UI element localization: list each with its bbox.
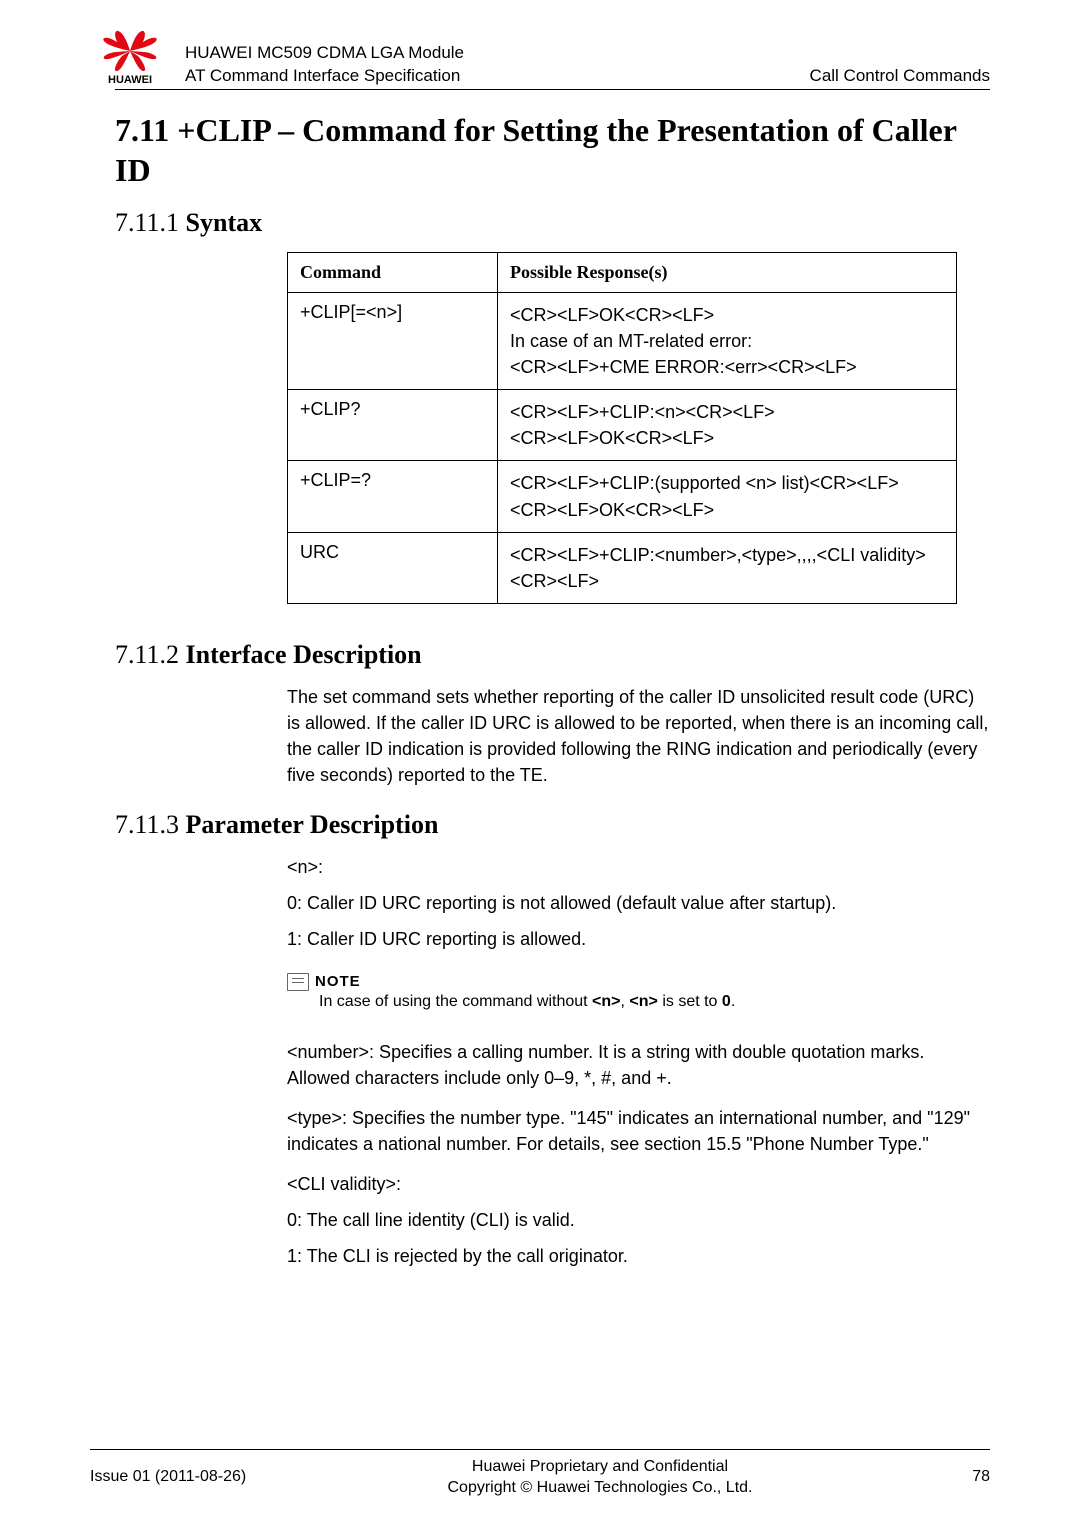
param-n-0: 0: Caller ID URC reporting is not allowe… xyxy=(287,890,990,916)
cell-command: +CLIP? xyxy=(288,390,498,461)
footer-center: Huawei Proprietary and Confidential Copy… xyxy=(270,1456,930,1499)
brand-name: HUAWEI xyxy=(108,74,152,86)
header-titles: HUAWEI MC509 CDMA LGA Module AT Command … xyxy=(175,43,810,86)
th-response: Possible Response(s) xyxy=(498,253,957,293)
note-header: NOTE xyxy=(287,973,990,991)
cell-response: <CR><LF>OK<CR><LF> In case of an MT-rela… xyxy=(498,293,957,390)
table-row: +CLIP? <CR><LF>+CLIP:<n><CR><LF> <CR><LF… xyxy=(288,390,957,461)
subsection-interface: 7.11.2 Interface Description xyxy=(115,640,990,670)
interface-body: The set command sets whether reporting o… xyxy=(287,684,990,788)
subsection-number: 7.11.2 xyxy=(115,640,179,669)
note-body: In case of using the command without <n>… xyxy=(319,993,990,1011)
brand-logo: HUAWEI xyxy=(85,30,175,86)
note-word: NOTE xyxy=(315,973,361,990)
table-row: +CLIP=? <CR><LF>+CLIP:(supported <n> lis… xyxy=(288,461,957,532)
table-row: +CLIP[=<n>] <CR><LF>OK<CR><LF> In case o… xyxy=(288,293,957,390)
cell-command: URC xyxy=(288,532,498,603)
section-title: 7.11 +CLIP – Command for Setting the Pre… xyxy=(115,110,990,190)
footer-page-number: 78 xyxy=(930,1468,990,1486)
note-icon xyxy=(287,973,309,991)
subsection-number: 7.11.3 xyxy=(115,810,179,839)
footer-line-1: Huawei Proprietary and Confidential xyxy=(270,1456,930,1478)
param-number: <number>: Specifies a calling number. It… xyxy=(287,1039,990,1091)
subsection-label: Syntax xyxy=(186,208,263,237)
footer-line-2: Copyright © Huawei Technologies Co., Ltd… xyxy=(270,1477,930,1499)
page-footer: Issue 01 (2011-08-26) Huawei Proprietary… xyxy=(90,1449,990,1499)
param-type: <type>: Specifies the number type. "145"… xyxy=(287,1105,990,1157)
note-block: NOTE In case of using the command withou… xyxy=(287,973,990,1011)
subsection-label: Parameter Description xyxy=(186,810,439,839)
subsection-label: Interface Description xyxy=(186,640,422,669)
param-n-1: 1: Caller ID URC reporting is allowed. xyxy=(287,926,990,952)
subsection-number: 7.11.1 xyxy=(115,208,179,237)
param-cli-label: <CLI validity>: xyxy=(287,1171,990,1197)
table-header-row: Command Possible Response(s) xyxy=(288,253,957,293)
page-header: HUAWEI HUAWEI MC509 CDMA LGA Module AT C… xyxy=(115,30,990,90)
cell-response: <CR><LF>+CLIP:(supported <n> list)<CR><L… xyxy=(498,461,957,532)
th-command: Command xyxy=(288,253,498,293)
table-row: URC <CR><LF>+CLIP:<number>,<type>,,,,<CL… xyxy=(288,532,957,603)
huawei-flower-icon xyxy=(101,30,159,72)
syntax-table: Command Possible Response(s) +CLIP[=<n>]… xyxy=(287,252,957,604)
cell-command: +CLIP=? xyxy=(288,461,498,532)
param-n-label: <n>: xyxy=(287,854,990,880)
header-right: Call Control Commands xyxy=(810,66,990,86)
param-cli-0: 0: The call line identity (CLI) is valid… xyxy=(287,1207,990,1233)
subsection-params: 7.11.3 Parameter Description xyxy=(115,810,990,840)
header-line-2: AT Command Interface Specification xyxy=(185,66,810,86)
param-cli-1: 1: The CLI is rejected by the call origi… xyxy=(287,1243,990,1269)
footer-issue: Issue 01 (2011-08-26) xyxy=(90,1468,270,1486)
cell-response: <CR><LF>+CLIP:<n><CR><LF> <CR><LF>OK<CR>… xyxy=(498,390,957,461)
subsection-syntax: 7.11.1 Syntax xyxy=(115,208,990,238)
cell-response: <CR><LF>+CLIP:<number>,<type>,,,,<CLI va… xyxy=(498,532,957,603)
header-line-1: HUAWEI MC509 CDMA LGA Module xyxy=(185,43,810,63)
cell-command: +CLIP[=<n>] xyxy=(288,293,498,390)
